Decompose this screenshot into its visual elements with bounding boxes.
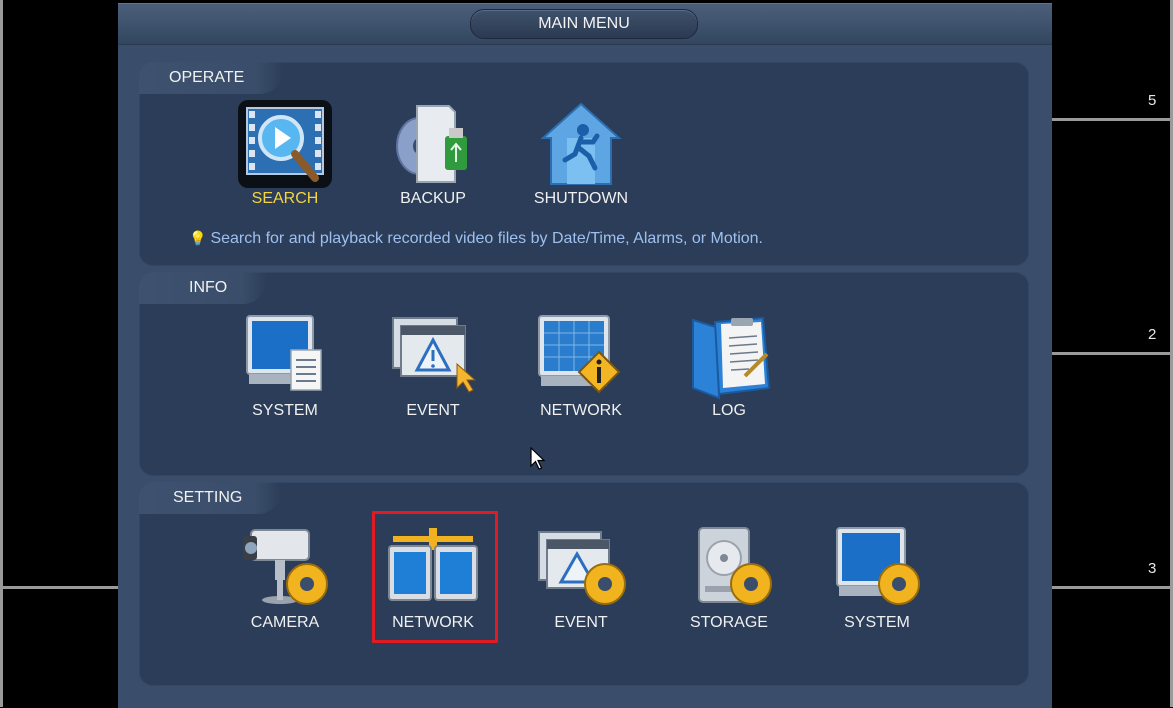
grid-divider <box>0 586 118 589</box>
info-panel: INFO SYSTEM EVENT NETWORK LOG <box>139 272 1029 476</box>
info-log-label: LOG <box>712 402 746 419</box>
event-warning-icon <box>383 310 483 400</box>
setting-system-button[interactable]: SYSTEM <box>812 522 942 632</box>
info-event-button[interactable]: EVENT <box>368 310 498 420</box>
setting-storage-button[interactable]: STORAGE <box>664 522 794 632</box>
storage-settings-icon <box>679 522 779 612</box>
camera-settings-icon <box>235 522 335 612</box>
info-section-label: INFO <box>139 272 268 304</box>
grid-divider <box>0 0 3 707</box>
camera-channel-number: 3 <box>1148 560 1157 577</box>
backup-usb-icon <box>383 98 483 188</box>
shutdown-button[interactable]: SHUTDOWN <box>516 98 646 208</box>
info-system-label: SYSTEM <box>252 402 318 419</box>
lightbulb-icon: 💡 <box>189 230 207 246</box>
info-system-button[interactable]: SYSTEM <box>220 310 350 420</box>
backup-button[interactable]: BACKUP <box>368 98 498 208</box>
mouse-pointer-icon <box>530 447 546 470</box>
shutdown-label: SHUTDOWN <box>533 190 629 207</box>
info-network-label: NETWORK <box>540 402 622 419</box>
grid-divider <box>1052 352 1173 355</box>
system-settings-icon <box>827 522 927 612</box>
search-label: SEARCH <box>251 190 319 207</box>
shutdown-exit-icon <box>531 98 631 188</box>
operate-section-label: OPERATE <box>139 62 285 94</box>
setting-camera-button[interactable]: CAMERA <box>220 522 350 632</box>
main-menu-window: MAIN MENU OPERATE SEARCH BACKUP SHUTDOWN… <box>118 3 1052 708</box>
info-log-button[interactable]: LOG <box>664 310 794 420</box>
hint-text-row: 💡 Search for and playback recorded video … <box>189 230 763 248</box>
setting-event-label: EVENT <box>554 614 608 631</box>
camera-channel-number: 5 <box>1148 92 1157 109</box>
search-button[interactable]: SEARCH <box>220 98 350 208</box>
event-settings-icon <box>531 522 631 612</box>
setting-section-label: SETTING <box>139 482 283 514</box>
info-event-label: EVENT <box>406 402 460 419</box>
setting-panel: SETTING CAMERA NETWORK EVENT STORAGE SYS… <box>139 482 1029 686</box>
hint-text: Search for and playback recorded video f… <box>210 230 763 247</box>
setting-camera-label: CAMERA <box>250 614 320 631</box>
setting-event-button[interactable]: EVENT <box>516 522 646 632</box>
setting-storage-label: STORAGE <box>690 614 768 631</box>
grid-divider <box>1052 586 1173 589</box>
log-notebook-icon <box>679 310 779 400</box>
grid-divider <box>1052 118 1173 121</box>
system-info-icon <box>235 310 335 400</box>
info-network-button[interactable]: NETWORK <box>516 310 646 420</box>
operate-panel: OPERATE SEARCH BACKUP SHUTDOWN 💡 Search … <box>139 62 1029 266</box>
search-video-icon <box>235 98 335 188</box>
window-title: MAIN MENU <box>470 9 698 39</box>
network-info-icon <box>531 310 631 400</box>
backup-label: BACKUP <box>400 190 466 207</box>
title-bar: MAIN MENU <box>118 4 1052 45</box>
camera-channel-number: 2 <box>1148 326 1157 343</box>
setting-system-label: SYSTEM <box>844 614 910 631</box>
highlight-box <box>372 511 498 643</box>
